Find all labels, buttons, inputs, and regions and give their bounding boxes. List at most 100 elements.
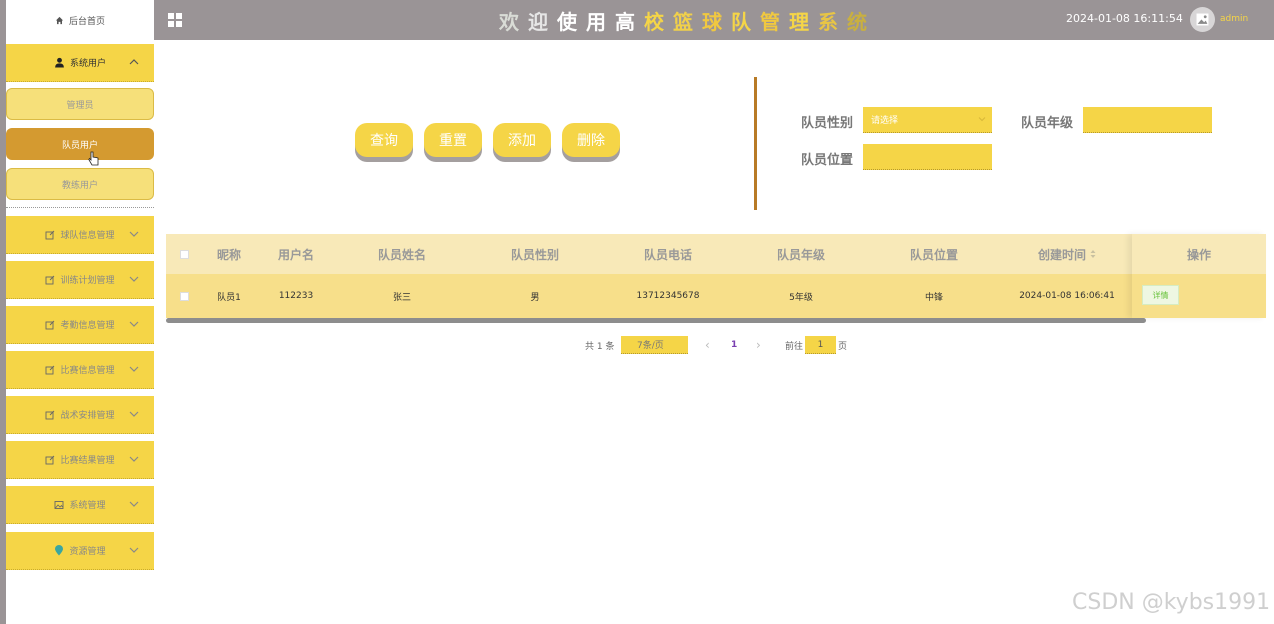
cell-grade: 5年级 — [789, 292, 813, 303]
cell-username: 112233 — [278, 291, 314, 301]
sidebar-group-label: 比赛信息管理 — [60, 366, 115, 376]
sidebar-item-admin[interactable]: 管理员 — [6, 88, 154, 120]
sidebar-group-team-info[interactable]: 球队信息管理 — [6, 216, 154, 254]
grid-menu-icon[interactable] — [168, 13, 182, 27]
sidebar-group-system-manage[interactable]: 系统管理 — [6, 486, 154, 524]
sort-icon[interactable] — [1090, 249, 1096, 259]
sidebar-group-label: 训练计划管理 — [60, 276, 115, 286]
goto-label: 前往 — [785, 341, 804, 352]
app-title-char: 统 — [847, 10, 876, 34]
cell-position: 中锋 — [924, 292, 943, 303]
column-header-operations: 操作 — [1132, 234, 1266, 274]
edit-icon — [46, 275, 55, 284]
sidebar-group-match-results[interactable]: 比赛结果管理 — [6, 441, 154, 479]
column-header[interactable]: 队员性别 — [495, 234, 575, 274]
gender-select[interactable]: 请选择 — [863, 107, 992, 133]
row-checkbox[interactable] — [176, 274, 192, 318]
cursor-hand-icon — [88, 151, 99, 166]
chevron-up-icon — [129, 59, 139, 65]
position-input[interactable] — [863, 144, 992, 170]
app-title-char: 用 — [586, 10, 615, 34]
sidebar-group-label: 战术安排管理 — [60, 411, 115, 421]
column-header-created[interactable]: 创建时间 — [1019, 234, 1115, 274]
sidebar-group-attendance[interactable]: 考勤信息管理 — [6, 306, 154, 344]
current-datetime: 2024-01-08 16:11:54 — [1066, 12, 1183, 25]
column-header[interactable]: 队员姓名 — [362, 234, 442, 274]
column-header[interactable]: 队员电话 — [628, 234, 708, 274]
goto-page-input[interactable]: 1 — [805, 336, 836, 354]
image-icon — [55, 500, 64, 509]
page-number-current[interactable]: 1 — [731, 336, 737, 354]
gender-label: 队员性别 — [801, 116, 854, 131]
app-title-char: 球 — [702, 10, 731, 34]
chevron-down-icon — [129, 231, 139, 237]
column-header[interactable]: 队员位置 — [894, 234, 974, 274]
next-page-button[interactable]: › — [756, 336, 761, 354]
table-row[interactable]: 队员1 112233 张三 男 13712345678 5年级 中锋 2024-… — [166, 274, 1266, 318]
edit-icon — [46, 455, 55, 464]
chevron-down-icon — [129, 547, 139, 553]
sidebar-item-coach-users[interactable]: 教练用户 — [6, 168, 154, 200]
add-button[interactable]: 添加 — [493, 123, 551, 157]
image-icon — [1196, 13, 1209, 26]
column-header-label: 创建时间 — [1037, 247, 1086, 262]
username[interactable]: admin — [1220, 14, 1248, 24]
gender-select-placeholder: 请选择 — [871, 116, 899, 126]
app-title-char: 队 — [731, 10, 760, 34]
sidebar-item-label: 管理员 — [66, 100, 94, 111]
page-size-value: 7条/页 — [637, 341, 664, 351]
app-title-char: 使 — [557, 10, 586, 34]
edit-icon — [46, 365, 55, 374]
prev-page-button[interactable]: ‹ — [705, 336, 710, 354]
table-header: 昵称 用户名 队员姓名 队员性别 队员电话 队员年级 队员位置 创建时间 — [166, 234, 1266, 274]
app-title-char: 校 — [644, 10, 673, 34]
grade-input[interactable] — [1083, 107, 1212, 133]
user-icon — [55, 57, 64, 68]
home-icon — [55, 16, 64, 24]
app-root: 后台首页 系统用户 管理员 队员用户 教练用户 球队信息管理 训练计划管理 考勤… — [0, 0, 1274, 624]
sidebar: 后台首页 系统用户 管理员 队员用户 教练用户 球队信息管理 训练计划管理 考勤… — [0, 0, 154, 624]
horizontal-scrollbar[interactable] — [166, 318, 1146, 323]
page-size-select[interactable]: 7条/页 — [621, 336, 688, 354]
sidebar-group-match-info[interactable]: 比赛信息管理 — [6, 351, 154, 389]
sidebar-group-system-users[interactable]: 系统用户 — [6, 44, 154, 82]
cell-nickname: 队员1 — [217, 292, 241, 303]
edit-icon — [46, 410, 55, 419]
sidebar-group-tactics[interactable]: 战术安排管理 — [6, 396, 154, 434]
delete-button[interactable]: 删除 — [562, 123, 620, 157]
chevron-down-icon — [129, 411, 139, 417]
sidebar-group-label: 考勤信息管理 — [60, 321, 115, 331]
position-label: 队员位置 — [801, 153, 854, 168]
chevron-down-icon — [129, 321, 139, 327]
app-title-char: 迎 — [528, 10, 557, 34]
column-header[interactable]: 昵称 — [206, 234, 252, 274]
sidebar-divider — [6, 207, 154, 208]
cell-gender: 男 — [530, 292, 540, 303]
column-header[interactable]: 用户名 — [266, 234, 326, 274]
location-pin-icon — [55, 545, 64, 556]
select-all-checkbox[interactable] — [176, 234, 192, 274]
app-title-char: 欢 — [499, 10, 528, 34]
app-title-char: 理 — [789, 10, 818, 34]
avatar[interactable] — [1190, 7, 1215, 32]
chevron-down-icon — [129, 276, 139, 282]
query-button[interactable]: 查询 — [355, 123, 413, 157]
pagination-total: 共 1 条 — [585, 341, 615, 352]
sidebar-group-label: 系统管理 — [69, 501, 106, 511]
sidebar-group-resources[interactable]: 资源管理 — [6, 532, 154, 570]
cell-created: 2024-01-08 16:06:41 — [1019, 291, 1115, 301]
sidebar-group-label: 球队信息管理 — [60, 231, 115, 241]
reset-button[interactable]: 重置 — [424, 123, 482, 157]
chevron-down-icon — [129, 456, 139, 462]
detail-button[interactable]: 详情 — [1142, 285, 1179, 305]
page-suffix: 页 — [838, 341, 848, 352]
sidebar-home[interactable]: 后台首页 — [6, 0, 154, 40]
app-title-char: 系 — [818, 10, 847, 34]
sidebar-group-training-plan[interactable]: 训练计划管理 — [6, 261, 154, 299]
sidebar-item-player-users[interactable]: 队员用户 — [6, 128, 154, 160]
filter-divider — [754, 77, 757, 210]
column-header[interactable]: 队员年级 — [761, 234, 841, 274]
cell-name: 张三 — [392, 292, 411, 303]
app-title-char: 高 — [615, 10, 644, 34]
chevron-down-icon — [129, 501, 139, 507]
